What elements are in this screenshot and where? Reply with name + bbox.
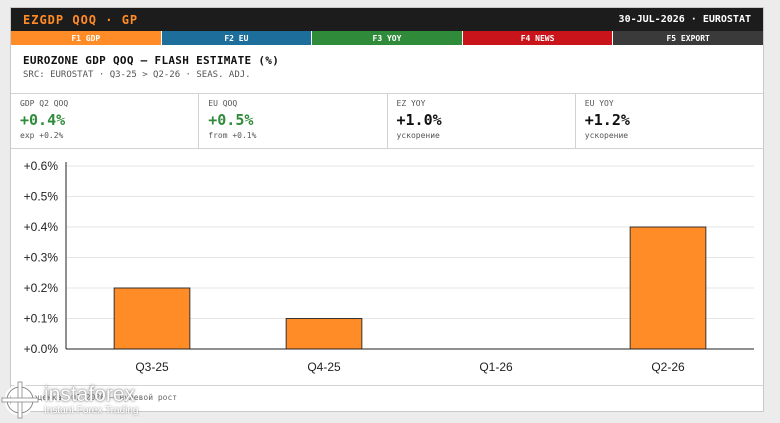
page-header: EUROZONE GDP QOQ — FLASH ESTIMATE (%) SR… [23, 54, 279, 80]
x-tick-label: Q4-25 [307, 360, 341, 374]
stats-row: GDP Q2 QOQ +0.4% exp +0.2% EU QOQ +0.5% … [11, 93, 763, 149]
gdp-bar-chart: +0.0% +0.1% +0.2% +0.3% +0.4% +0.5% +0.6% Q3-25… [24, 159, 754, 374]
x-tick-label: Q3-25 [135, 360, 169, 374]
y-tick-label: +0.0% [24, 342, 59, 356]
y-tick-label: +0.4% [24, 220, 59, 234]
stat-label: GDP Q2 QOQ [20, 99, 69, 108]
x-tick-label: Q2-26 [651, 360, 685, 374]
x-tick-label: Q1-26 [479, 360, 513, 374]
stat-label: EU YOY [584, 99, 614, 108]
stat-note: ускорение [584, 131, 629, 140]
fkey-eu[interactable]: F2 EU [161, 31, 313, 45]
stat-value: +0.4% [20, 111, 66, 129]
chart-footnote: …-оценка, Q1 2026 — нулевой рост [23, 393, 178, 402]
terminal-window: EZGDP QOQ · GP 30-JUL-2026 · EUROSTAT F1… [10, 7, 764, 412]
bar [285, 318, 363, 350]
fkey-gdp[interactable]: F1 GDP [11, 31, 162, 45]
fkey-news[interactable]: F4 NEWS [462, 31, 614, 45]
stat-note: exp +0.2% [20, 131, 64, 140]
fkey-yoy[interactable]: F3 YOY [312, 31, 463, 45]
stat-gdp-q2-qoq: GDP Q2 QOQ +0.4% exp +0.2% [11, 94, 200, 148]
stat-ez-yoy: EZ YOY +1.0% ускорение [388, 94, 576, 148]
y-tick-label: +0.1% [24, 312, 59, 326]
stat-note: ускорение [396, 131, 440, 140]
stat-value: +1.2% [584, 111, 630, 129]
footer-divider [11, 385, 763, 386]
function-key-bar: F1 GDP F2 EU F3 YOY F4 NEWS F5 EXPORT [11, 31, 763, 45]
y-tick-label: +0.3% [24, 251, 59, 265]
stat-value: +1.0% [396, 111, 442, 129]
bar [629, 226, 707, 350]
date-source-label: 30-JUL-2026 · EUROSTAT [618, 14, 751, 25]
stat-eu-yoy: EU YOY +1.2% ускорение [576, 94, 763, 148]
y-tick-label: +0.6% [24, 159, 59, 173]
stat-label: EZ YOY [396, 99, 426, 108]
y-tick-label: +0.2% [24, 281, 59, 295]
stat-label: EU QOQ [208, 99, 238, 108]
fkey-export[interactable]: F5 EXPORT [613, 31, 763, 45]
bar [113, 287, 191, 350]
stat-value: +0.5% [208, 111, 254, 129]
page-title: EUROZONE GDP QOQ — FLASH ESTIMATE (%) [23, 54, 280, 67]
y-tick-label: +0.5% [24, 190, 59, 204]
stat-eu-qoq: EU QOQ +0.5% from +0.1% [199, 94, 388, 148]
stat-note: from +0.1% [208, 131, 257, 140]
ticker-title: EZGDP QOQ · GP [23, 12, 139, 27]
page-subtitle: SRC: EUROSTAT · Q3-25 > Q2-26 · SEAS. AD… [23, 70, 251, 80]
title-bar: EZGDP QOQ · GP 30-JUL-2026 · EUROSTAT [11, 8, 763, 31]
